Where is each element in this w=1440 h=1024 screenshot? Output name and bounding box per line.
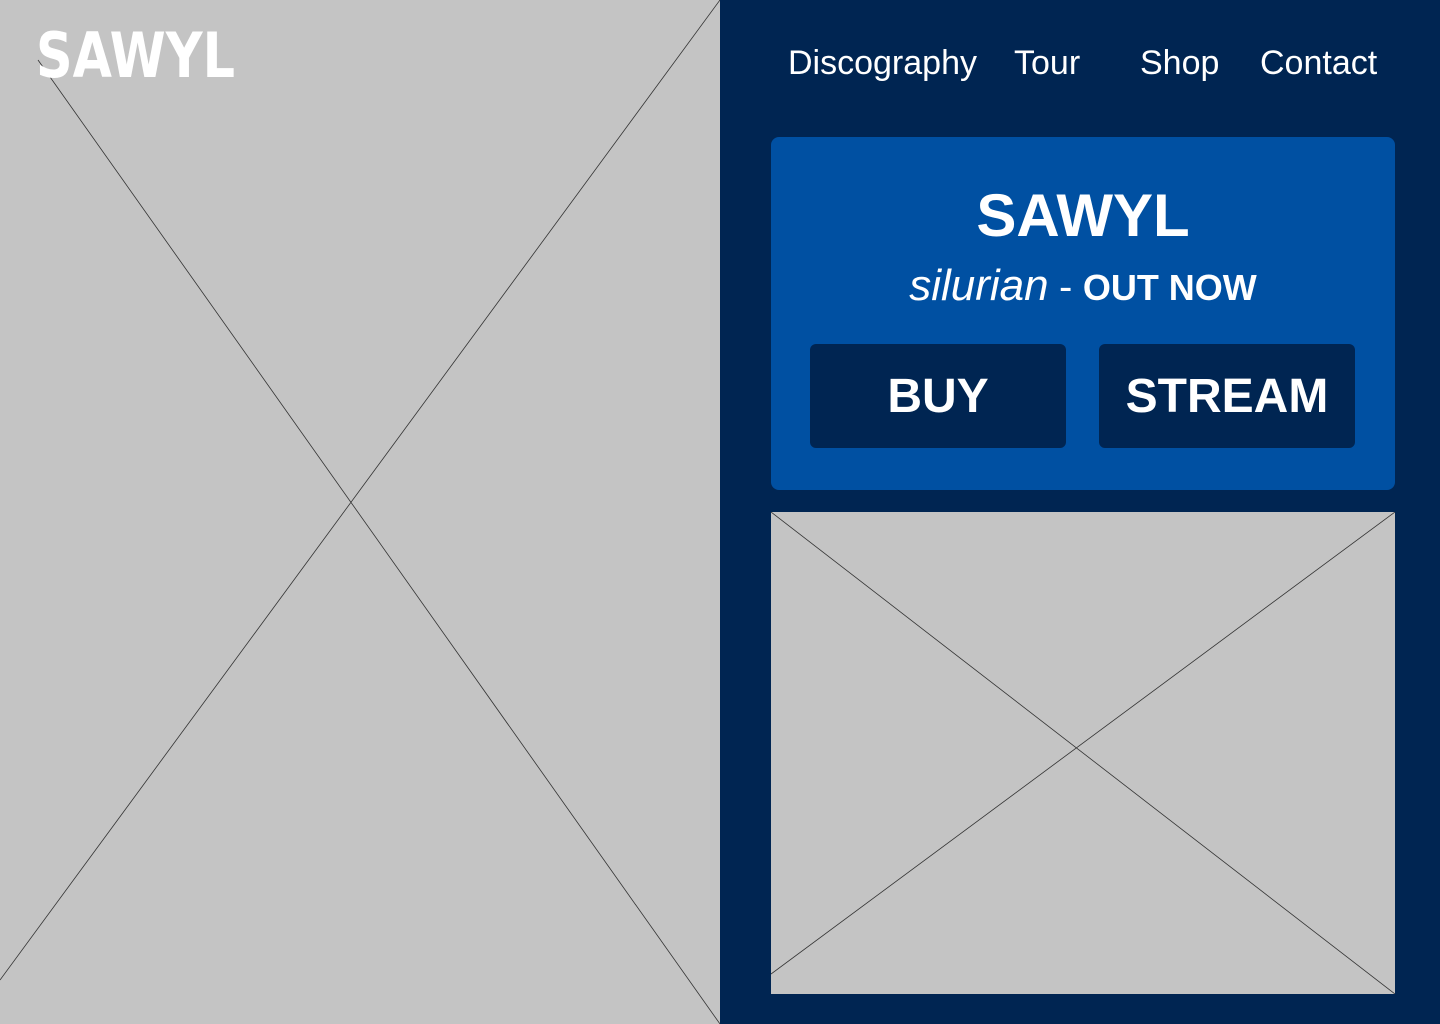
buy-button[interactable]: BUY bbox=[810, 344, 1066, 448]
site-logo[interactable]: SAWYL bbox=[36, 16, 235, 96]
hero-image-placeholder: SAWYL bbox=[0, 0, 720, 1024]
release-title: silurian bbox=[909, 261, 1049, 310]
image-placeholder-icon bbox=[0, 0, 720, 1024]
release-info-line: silurian - OUT NOW bbox=[771, 261, 1395, 321]
right-panel: Discography Tour Shop Contact SAWYL silu… bbox=[720, 0, 1440, 1024]
page: SAWYL Discography Tour Shop Contact SAWY… bbox=[0, 0, 1440, 1024]
nav-link-discography[interactable]: Discography bbox=[788, 40, 977, 86]
main-nav: Discography Tour Shop Contact bbox=[720, 40, 1440, 88]
stream-button[interactable]: STREAM bbox=[1099, 344, 1355, 448]
feature-image-placeholder bbox=[771, 512, 1395, 994]
release-card: SAWYL silurian - OUT NOW BUY STREAM bbox=[771, 137, 1395, 490]
release-status: OUT NOW bbox=[1082, 267, 1257, 308]
nav-link-shop[interactable]: Shop bbox=[1140, 40, 1219, 86]
nav-link-tour[interactable]: Tour bbox=[1014, 40, 1080, 86]
nav-link-contact[interactable]: Contact bbox=[1260, 40, 1377, 86]
release-artist-name: SAWYL bbox=[976, 182, 1190, 249]
image-placeholder-icon bbox=[771, 512, 1395, 994]
release-separator: - bbox=[1059, 265, 1073, 309]
